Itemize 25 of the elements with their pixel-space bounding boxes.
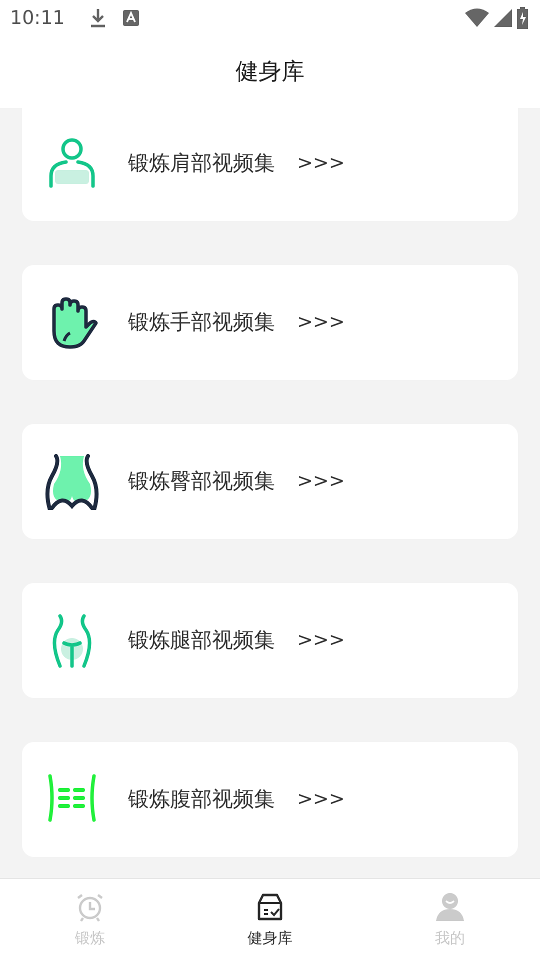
category-label: 锻炼腿部视频集 [128,626,275,654]
category-card[interactable]: 锻炼手部视频集 >>> [22,265,518,380]
download-icon [88,8,107,28]
wifi-icon [465,8,489,28]
category-label: 锻炼腹部视频集 [128,786,275,813]
battery-icon [517,7,528,29]
keyboard-icon [122,10,139,26]
category-label: 锻炼肩部视频集 [128,150,275,177]
arrow-text: >>> [297,310,345,336]
page-title: 健身库 [236,58,304,87]
category-card[interactable]: 锻炼臀部视频集 >>> [22,424,518,539]
category-label: 锻炼臀部视频集 [128,468,275,495]
arrow-text: >>> [297,469,345,494]
arrow-text: >>> [297,628,345,654]
category-card[interactable]: 锻炼腿部视频集 >>> [22,583,518,698]
category-card[interactable]: 锻炼肩部视频集 >>> [22,108,518,221]
arrow-text: >>> [297,151,345,176]
signal-icon [493,8,513,28]
person-icon [434,891,466,923]
hip-icon [44,454,100,510]
category-card[interactable]: 锻炼腹部视频集 >>> [22,742,518,857]
arrow-text: >>> [297,787,345,812]
status-time: 10:11 [10,6,65,31]
category-label: 锻炼手部视频集 [128,308,275,336]
tab-button[interactable]: 健身库 [180,879,360,960]
